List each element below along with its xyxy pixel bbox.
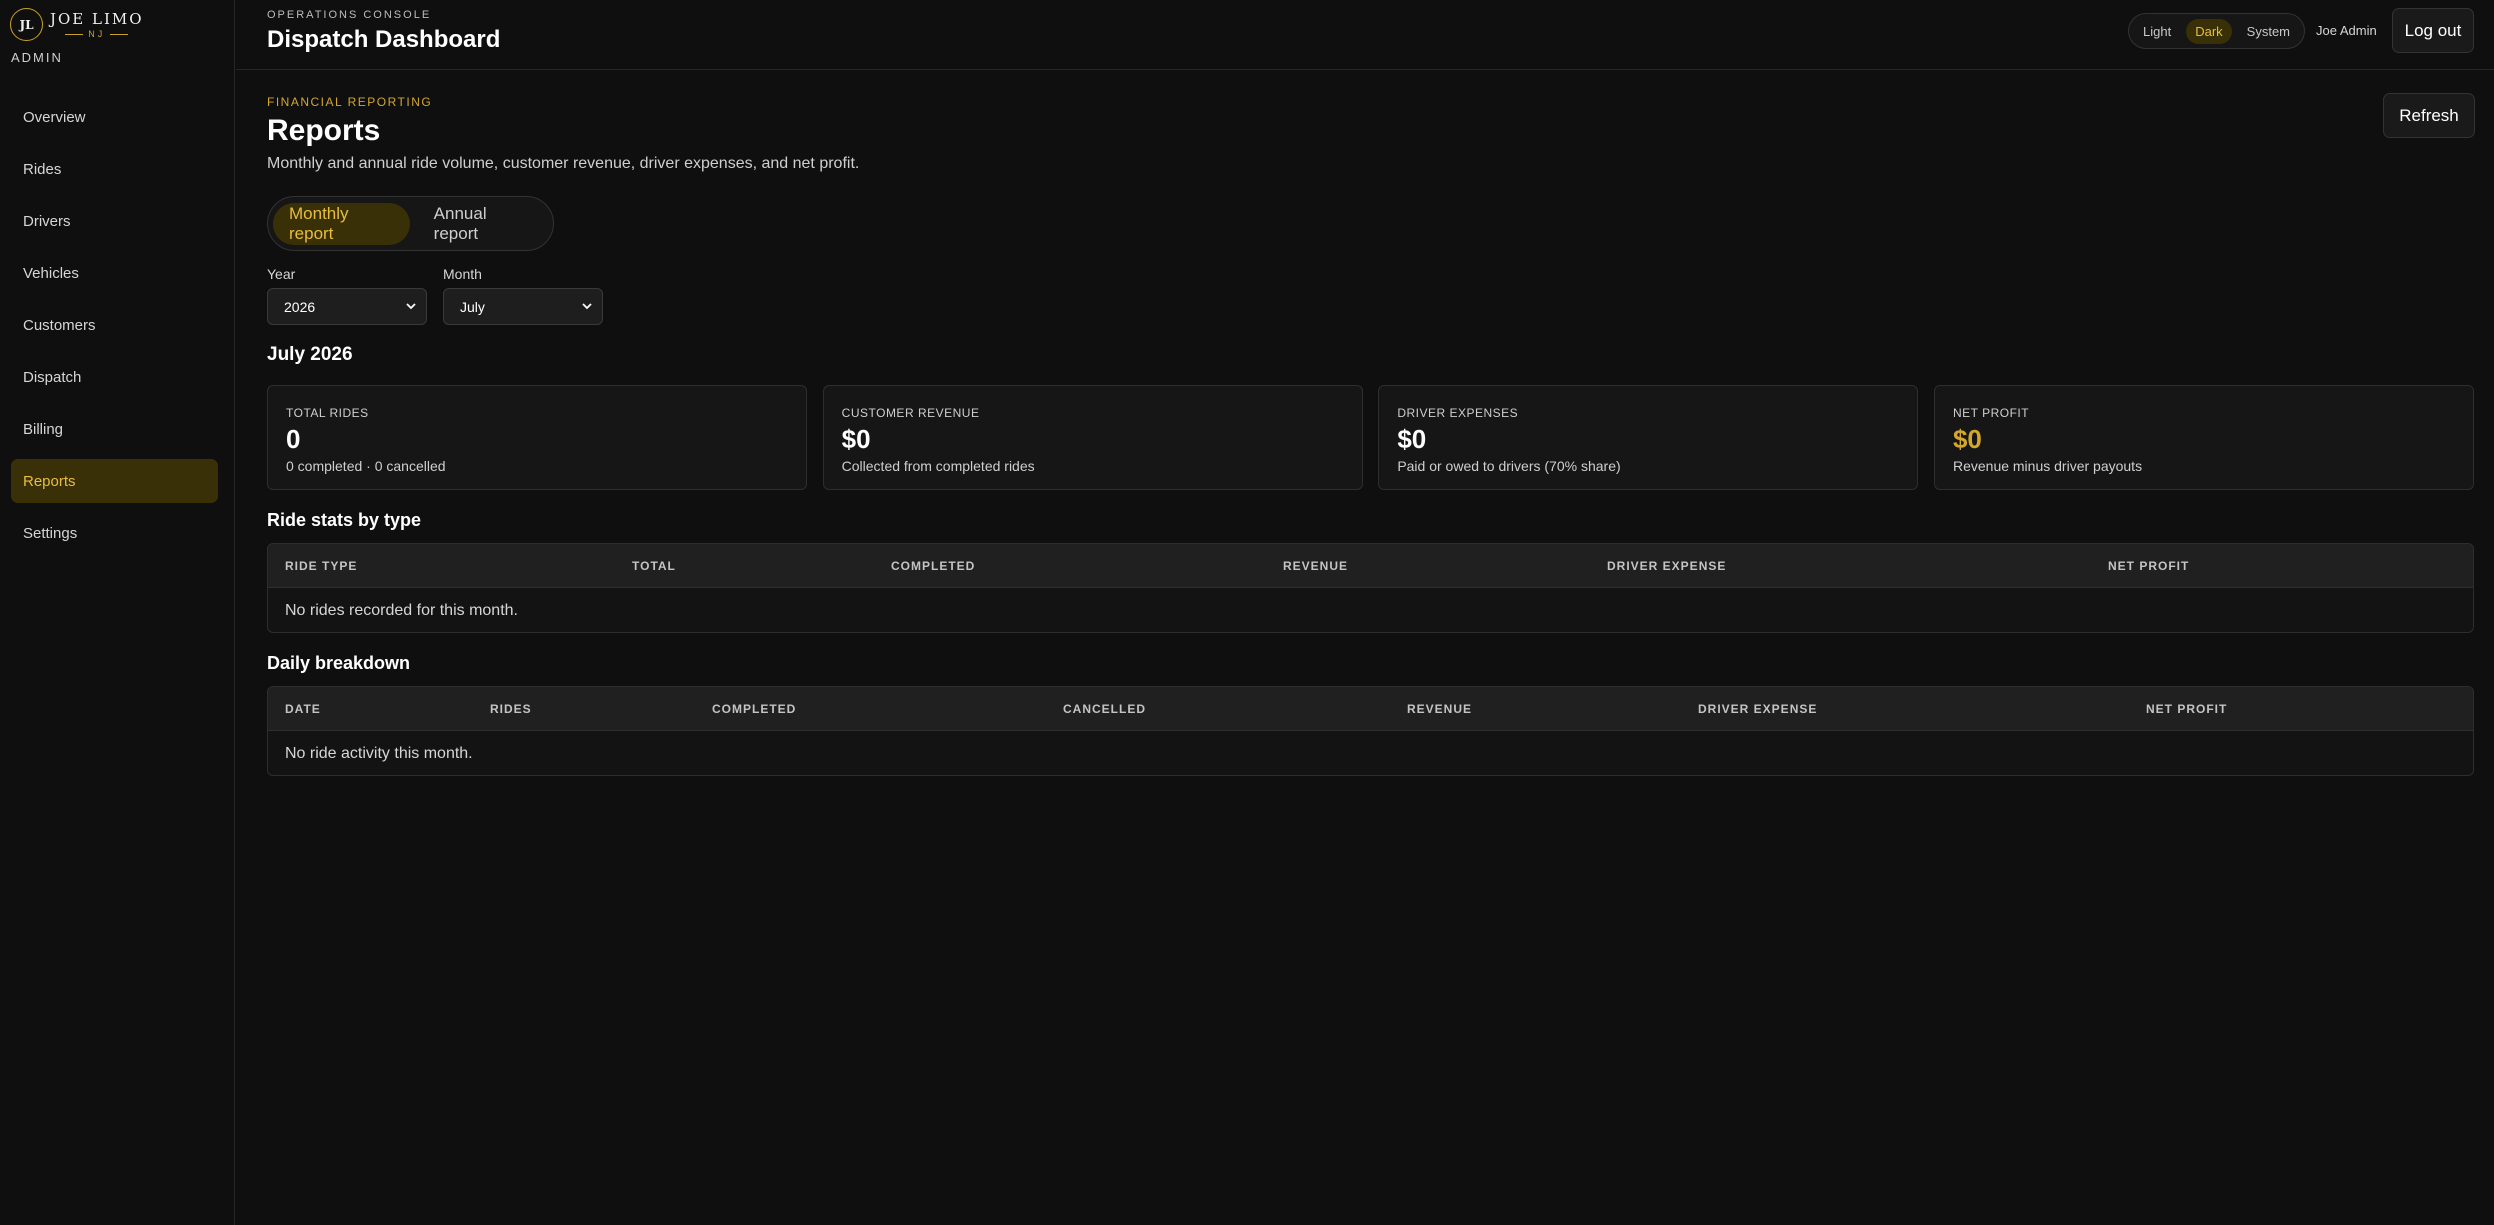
ride-stats-title: Ride stats by type bbox=[267, 510, 422, 530]
logo-text: JOE LIMO NJ bbox=[50, 10, 144, 39]
summary-cards: TOTAL RIDES 0 0 completed · 0 cancelled … bbox=[267, 385, 2474, 490]
column-header[interactable]: DATE bbox=[285, 702, 321, 716]
page-description: Monthly and annual ride volume, customer… bbox=[267, 155, 860, 172]
header-title: Dispatch Dashboard bbox=[267, 26, 501, 53]
column-header[interactable]: COMPLETED bbox=[891, 559, 975, 573]
page-title: Reports bbox=[267, 114, 381, 147]
month-select[interactable]: July bbox=[443, 288, 603, 325]
page-eyebrow: FINANCIAL REPORTING bbox=[267, 95, 433, 109]
column-header[interactable]: DRIVER EXPENSE bbox=[1698, 702, 1817, 716]
card-sub: Collected from completed rides bbox=[841, 458, 1035, 474]
sidebar-nav: Overview Rides Drivers Vehicles Customer… bbox=[11, 95, 218, 563]
card-total-rides: TOTAL RIDES 0 0 completed · 0 cancelled bbox=[267, 385, 807, 490]
card-value: $0 bbox=[841, 424, 871, 454]
card-sub: Paid or owed to drivers (70% share) bbox=[1397, 458, 1621, 474]
year-label: Year bbox=[267, 266, 296, 282]
chevron-down-icon bbox=[582, 303, 592, 310]
month-select-value: July bbox=[460, 298, 485, 315]
month-label: Month bbox=[443, 266, 482, 282]
card-label: CUSTOMER REVENUE bbox=[841, 406, 980, 420]
top-header: OPERATIONS CONSOLE Dispatch Dashboard Li… bbox=[236, 0, 2494, 70]
report-type-toggle: Monthly report Annual report bbox=[267, 196, 554, 251]
year-select-value: 2026 bbox=[284, 298, 316, 315]
table-header: DATE RIDES COMPLETED CANCELLED REVENUE D… bbox=[268, 687, 2473, 731]
chevron-down-icon bbox=[406, 303, 416, 310]
column-header[interactable]: REVENUE bbox=[1407, 702, 1472, 716]
column-header[interactable]: NET PROFIT bbox=[2108, 559, 2189, 573]
table-header: RIDE TYPE TOTAL COMPLETED REVENUE DRIVER… bbox=[268, 544, 2473, 588]
sidebar-item-billing[interactable]: Billing bbox=[11, 407, 218, 451]
column-header[interactable]: RIDE TYPE bbox=[285, 559, 357, 573]
card-value: $0 bbox=[1952, 424, 1982, 454]
sidebar-item-overview[interactable]: Overview bbox=[11, 95, 218, 139]
user-name: Joe Admin bbox=[2316, 23, 2377, 38]
theme-switch: Light Dark System bbox=[2128, 13, 2305, 49]
sidebar-item-dispatch[interactable]: Dispatch bbox=[11, 355, 218, 399]
card-value: $0 bbox=[1397, 424, 1427, 454]
logout-button[interactable]: Log out bbox=[2392, 8, 2474, 53]
sidebar-item-settings[interactable]: Settings bbox=[11, 511, 218, 555]
column-header[interactable]: DRIVER EXPENSE bbox=[1607, 559, 1726, 573]
logo-sub: NJ bbox=[60, 29, 133, 39]
theme-option-light[interactable]: Light bbox=[2134, 19, 2180, 44]
sidebar-item-customers[interactable]: Customers bbox=[11, 303, 218, 347]
card-label: DRIVER EXPENSES bbox=[1397, 406, 1519, 420]
sidebar-item-rides[interactable]: Rides bbox=[11, 147, 218, 191]
column-header[interactable]: TOTAL bbox=[632, 559, 676, 573]
sidebar-item-reports[interactable]: Reports bbox=[11, 459, 218, 503]
card-value: 0 bbox=[286, 424, 301, 454]
card-label: NET PROFIT bbox=[1952, 406, 2030, 420]
year-select[interactable]: 2026 bbox=[267, 288, 427, 325]
tab-monthly-report[interactable]: Monthly report bbox=[273, 202, 410, 245]
ride-stats-table: RIDE TYPE TOTAL COMPLETED REVENUE DRIVER… bbox=[267, 543, 2474, 633]
card-sub: Revenue minus driver payouts bbox=[1952, 458, 2143, 474]
logo-name: JOE LIMO bbox=[50, 10, 144, 28]
logo-monogram: JL bbox=[10, 8, 43, 41]
card-label: TOTAL RIDES bbox=[286, 406, 369, 420]
theme-option-dark[interactable]: Dark bbox=[2186, 18, 2232, 44]
header-eyebrow: OPERATIONS CONSOLE bbox=[267, 9, 432, 21]
tab-annual-report[interactable]: Annual report bbox=[418, 203, 548, 245]
daily-breakdown-table: DATE RIDES COMPLETED CANCELLED REVENUE D… bbox=[267, 686, 2474, 776]
card-driver-expenses: DRIVER EXPENSES $0 Paid or owed to drive… bbox=[1378, 385, 1919, 490]
column-header[interactable]: REVENUE bbox=[1283, 559, 1348, 573]
sidebar-item-vehicles[interactable]: Vehicles bbox=[11, 251, 218, 295]
period-title: July 2026 bbox=[267, 344, 353, 365]
theme-option-system[interactable]: System bbox=[2238, 19, 2299, 44]
column-header[interactable]: RIDES bbox=[490, 702, 532, 716]
refresh-button[interactable]: Refresh bbox=[2383, 93, 2475, 138]
admin-label: ADMIN bbox=[11, 50, 63, 65]
column-header[interactable]: NET PROFIT bbox=[2146, 702, 2227, 716]
card-sub: 0 completed · 0 cancelled bbox=[286, 458, 446, 474]
sidebar-item-drivers[interactable]: Drivers bbox=[11, 199, 218, 243]
card-customer-revenue: CUSTOMER REVENUE $0 Collected from compl… bbox=[822, 385, 1363, 490]
empty-state: No ride activity this month. bbox=[285, 745, 473, 762]
sidebar: JL JOE LIMO NJ ADMIN Overview Rides Driv… bbox=[0, 0, 235, 1225]
brand-logo[interactable]: JL JOE LIMO NJ bbox=[10, 8, 144, 41]
daily-breakdown-title: Daily breakdown bbox=[267, 653, 411, 673]
column-header[interactable]: CANCELLED bbox=[1063, 702, 1146, 716]
empty-state: No rides recorded for this month. bbox=[285, 602, 518, 619]
column-header[interactable]: COMPLETED bbox=[712, 702, 796, 716]
card-net-profit: NET PROFIT $0 Revenue minus driver payou… bbox=[1933, 385, 2474, 490]
